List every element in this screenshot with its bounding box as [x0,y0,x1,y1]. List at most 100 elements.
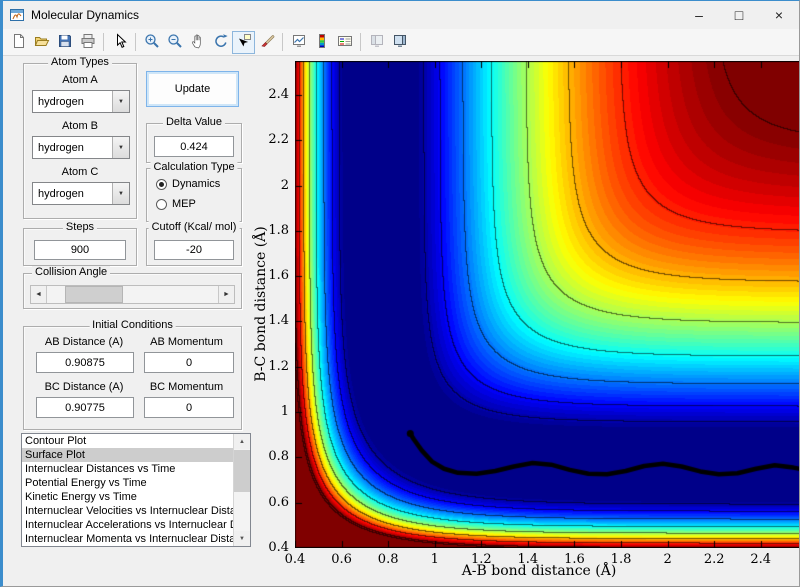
plot-type-listbox[interactable]: Contour Plot Surface Plot Internuclear Dis… [21,433,251,547]
initial-conditions-panel-title: Initial Conditions [89,319,176,331]
pan-hand-icon [190,33,206,52]
update-button[interactable]: Update [146,71,239,107]
scroll-up-icon[interactable]: ▲ [234,434,250,449]
bc-distance-field[interactable]: 0.90775 [36,397,134,418]
mep-radio-label: MEP [172,198,196,210]
app-icon [9,7,25,23]
edit-plot-button[interactable] [108,31,131,54]
hide-plot-tools-icon [369,33,385,52]
slider-thumb[interactable] [65,286,123,303]
new-file-icon [11,33,27,52]
chevron-down-icon: ▼ [112,137,129,158]
open-folder-icon [34,33,50,52]
steps-field[interactable]: 900 [34,240,126,260]
atom-b-label: Atom B [61,120,99,132]
data-cursor-button[interactable] [232,30,255,54]
collision-angle-panel: Collision Angle ◄ ► [23,266,242,309]
atom-b-dropdown[interactable]: hydrogen ▼ [32,136,130,159]
atom-c-dropdown-value: hydrogen [38,187,84,200]
x-tick-label: 2.2 [703,552,725,567]
bc-distance-label: BC Distance (A) [44,381,124,393]
chevron-down-icon: ▼ [112,91,129,112]
slider-left-arrow-button[interactable]: ◄ [31,286,47,303]
scroll-down-icon[interactable]: ▼ [234,531,250,546]
figure-toolbar [3,29,799,56]
initial-conditions-panel: Initial Conditions AB Distance (A) AB Mo… [23,319,242,430]
y-tick-label: 0.8 [268,449,289,465]
collision-angle-slider[interactable]: ◄ ► [30,285,235,304]
save-button[interactable] [53,31,76,54]
maximize-button[interactable]: □ [719,1,759,29]
list-item[interactable]: Internuclear Distances vs Time [22,462,233,476]
y-tick-label: 2 [280,177,289,193]
brush-button[interactable] [255,31,278,54]
x-axis-label: A-B bond distance (Å) [461,563,617,579]
hide-plot-tools-button[interactable] [365,31,388,54]
list-item[interactable]: Contour Plot [22,434,233,448]
list-item[interactable]: Internuclear Momenta vs Internuclear Dis… [22,532,233,546]
ab-distance-field[interactable]: 0.90875 [36,352,134,373]
open-folder-button[interactable] [30,31,53,54]
atom-types-panel: Atom Types Atom A hydrogen ▼ Atom B hydr… [23,56,137,219]
radio-selected-icon [156,178,167,190]
toolbar-separator [282,33,283,51]
list-item[interactable]: Surface Plot [22,448,233,462]
rotate-3d-button[interactable] [209,31,232,54]
atom-c-dropdown[interactable]: hydrogen ▼ [32,182,130,205]
list-item[interactable]: Kinetic Energy vs Time [22,490,233,504]
steps-panel-title: Steps [62,221,98,233]
ab-momentum-field[interactable]: 0 [144,352,234,373]
mep-radio[interactable]: MEP [156,198,196,210]
new-file-button[interactable] [7,31,30,54]
rotate-3d-icon [213,33,229,52]
ab-distance-label: AB Distance (A) [44,336,124,348]
list-item[interactable]: Internuclear Accelerations vs Internucle… [22,518,233,532]
scrollbar-thumb[interactable] [234,450,250,492]
minimize-button[interactable]: – [679,1,719,29]
zoom-in-button[interactable] [140,31,163,54]
link-plot-button[interactable] [287,31,310,54]
radio-unselected-icon [156,198,167,210]
bc-momentum-field[interactable]: 0 [144,397,234,418]
pan-button[interactable] [186,31,209,54]
x-tick-label: 0.6 [331,552,352,567]
chevron-down-icon: ▼ [112,183,129,204]
scrollbar-track[interactable] [234,449,250,531]
list-item[interactable]: Internuclear Velocities vs Internuclear … [22,504,233,518]
slider-track[interactable] [47,286,218,303]
window-title: Molecular Dynamics [31,8,140,22]
plot-type-list-items: Contour Plot Surface Plot Internuclear Dis… [22,434,233,546]
atom-types-panel-title: Atom Types [48,56,112,68]
zoom-out-button[interactable] [163,31,186,54]
atom-c-label: Atom C [61,166,99,178]
listbox-scrollbar[interactable]: ▲ ▼ [233,434,250,546]
show-plot-tools-icon [392,33,408,52]
x-tick-label: 2.4 [750,552,772,567]
close-button[interactable]: × [759,1,799,29]
atom-b-dropdown-value: hydrogen [38,141,84,154]
y-tick-label: 0.6 [268,494,289,510]
y-axis-label: B-C bond distance (Å) [253,226,269,382]
delta-value-panel: Delta Value 0.424 [146,116,242,163]
print-icon [80,33,96,52]
calculation-type-panel: Calculation Type Dynamics MEP [146,161,242,222]
show-plot-tools-button[interactable] [388,31,411,54]
print-button[interactable] [76,31,99,54]
brush-select-icon [259,33,275,52]
delta-value-field[interactable]: 0.424 [154,136,234,157]
cutoff-field[interactable]: -20 [154,240,234,260]
slider-right-arrow-button[interactable]: ► [218,286,234,303]
list-item[interactable]: Potential Energy vs Time [22,476,233,490]
y-tick-label: 2.4 [268,86,289,102]
pes-contour-canvas[interactable] [295,61,799,548]
atom-a-dropdown-value: hydrogen [38,95,84,108]
cutoff-panel-title: Cutoff (Kcal/ mol) [148,221,240,233]
insert-legend-button[interactable] [333,31,356,54]
dynamics-radio-label: Dynamics [172,178,221,190]
insert-colorbar-icon [314,33,330,52]
insert-colorbar-button[interactable] [310,31,333,54]
dynamics-radio[interactable]: Dynamics [156,178,220,190]
toolbar-separator [135,33,136,51]
atom-a-dropdown[interactable]: hydrogen ▼ [32,90,130,113]
cutoff-panel: Cutoff (Kcal/ mol) -20 [146,221,242,266]
